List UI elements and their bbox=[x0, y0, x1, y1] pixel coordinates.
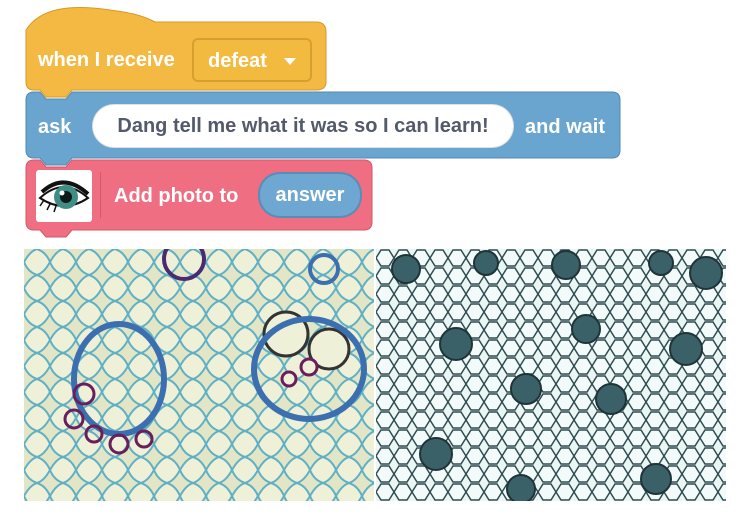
eye-icon bbox=[36, 170, 92, 222]
dropdown-arrow-icon bbox=[284, 58, 296, 65]
photo-label: Add photo to bbox=[114, 185, 239, 207]
micrograph-right bbox=[376, 249, 726, 501]
ask-text-input[interactable]: Dang tell me what it was so I can learn! bbox=[92, 104, 514, 148]
block-divider bbox=[100, 172, 101, 218]
ask-label: ask bbox=[38, 116, 72, 138]
hat-label: when I receive bbox=[38, 49, 175, 71]
ask-suffix: and wait bbox=[525, 116, 606, 138]
dropdown-value: defeat bbox=[208, 50, 267, 72]
micrograph-left bbox=[24, 249, 374, 501]
answer-reporter[interactable]: answer bbox=[258, 172, 362, 218]
message-dropdown[interactable]: defeat bbox=[192, 38, 312, 82]
